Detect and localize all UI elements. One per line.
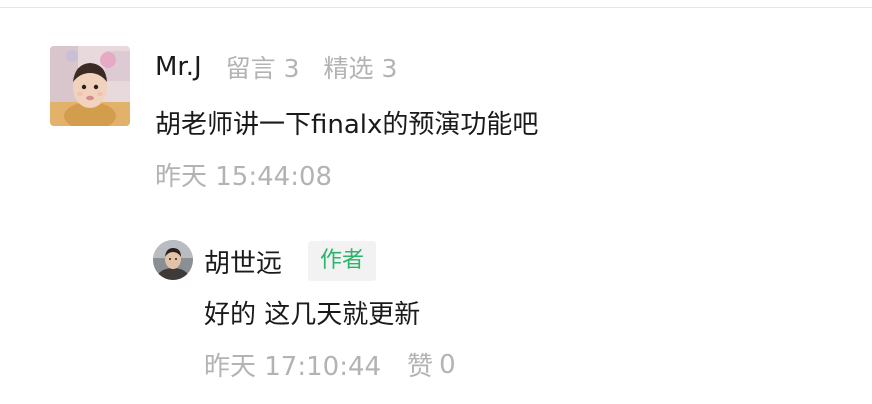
reply-header: 胡世远 作者 [204,240,377,282]
like-count: 0 [439,349,456,380]
author-avatar[interactable] [153,240,193,280]
comment-timestamp: 昨天 15:44:08 [155,162,333,192]
comment-text: 胡老师讲一下finalx的预演功能吧 [155,110,539,140]
reply-text: 好的 这几天就更新 [204,300,421,330]
featured-count: 精选 3 [323,54,398,83]
author-name[interactable]: 胡世远 [204,243,282,280]
top-divider [0,7,872,8]
like-button[interactable]: 赞 [407,346,433,383]
author-badge: 作者 [308,241,377,281]
messages-count: 留言 3 [225,54,300,83]
comment-header: Mr.J 留言 3 精选 3 [155,48,397,86]
commenter-name[interactable]: Mr.J [155,52,202,82]
reply-meta: 昨天 17:10:44 赞 0 [204,346,456,383]
commenter-avatar[interactable] [50,46,130,126]
reply-timestamp: 昨天 17:10:44 [204,352,382,382]
